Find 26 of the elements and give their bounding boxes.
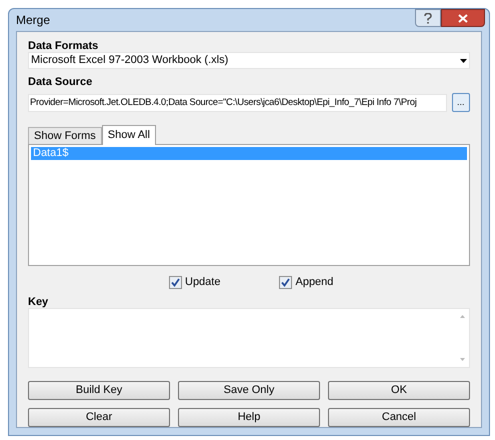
dialog-button[interactable]: Clear bbox=[28, 408, 170, 427]
close-button[interactable] bbox=[441, 9, 485, 27]
checkbox-label: Update bbox=[185, 274, 220, 290]
tab[interactable]: Show Forms bbox=[28, 127, 102, 144]
scroll-up-icon bbox=[460, 315, 464, 318]
dropdown-arrow-icon bbox=[460, 58, 467, 62]
help-icon bbox=[424, 12, 432, 24]
dialog-button[interactable]: Save Only bbox=[178, 381, 320, 400]
help-button[interactable] bbox=[415, 9, 441, 27]
dialog-button[interactable]: Build Key bbox=[28, 381, 170, 400]
dialog-button[interactable]: OK bbox=[328, 381, 470, 400]
browse-button[interactable]: ... bbox=[452, 93, 470, 112]
field-label: Data Formats bbox=[28, 39, 100, 52]
data-format-dropdown[interactable]: Microsoft Excel 97-2003 Workbook (.xls) bbox=[28, 52, 470, 69]
window-title: Merge bbox=[16, 12, 50, 29]
data-source-field[interactable]: Provider=Microsoft.Jet.OLEDB.4.0;Data Source="C:\Users\jca6\Desktop\Epi_Info_7\Epi Info 7\Proj bbox=[28, 94, 446, 112]
checkbox[interactable] bbox=[279, 276, 292, 288]
close-icon bbox=[458, 14, 468, 22]
checkbox[interactable] bbox=[169, 276, 182, 288]
scroll-down-icon bbox=[460, 358, 464, 361]
tab[interactable]: Show All bbox=[102, 125, 156, 145]
field-label: Data Source bbox=[28, 75, 94, 88]
dialog-button[interactable]: Cancel bbox=[328, 408, 470, 427]
dialog-button[interactable]: Help bbox=[178, 408, 320, 427]
checkbox-label: Append bbox=[295, 274, 334, 290]
field-label: Key bbox=[28, 295, 50, 308]
